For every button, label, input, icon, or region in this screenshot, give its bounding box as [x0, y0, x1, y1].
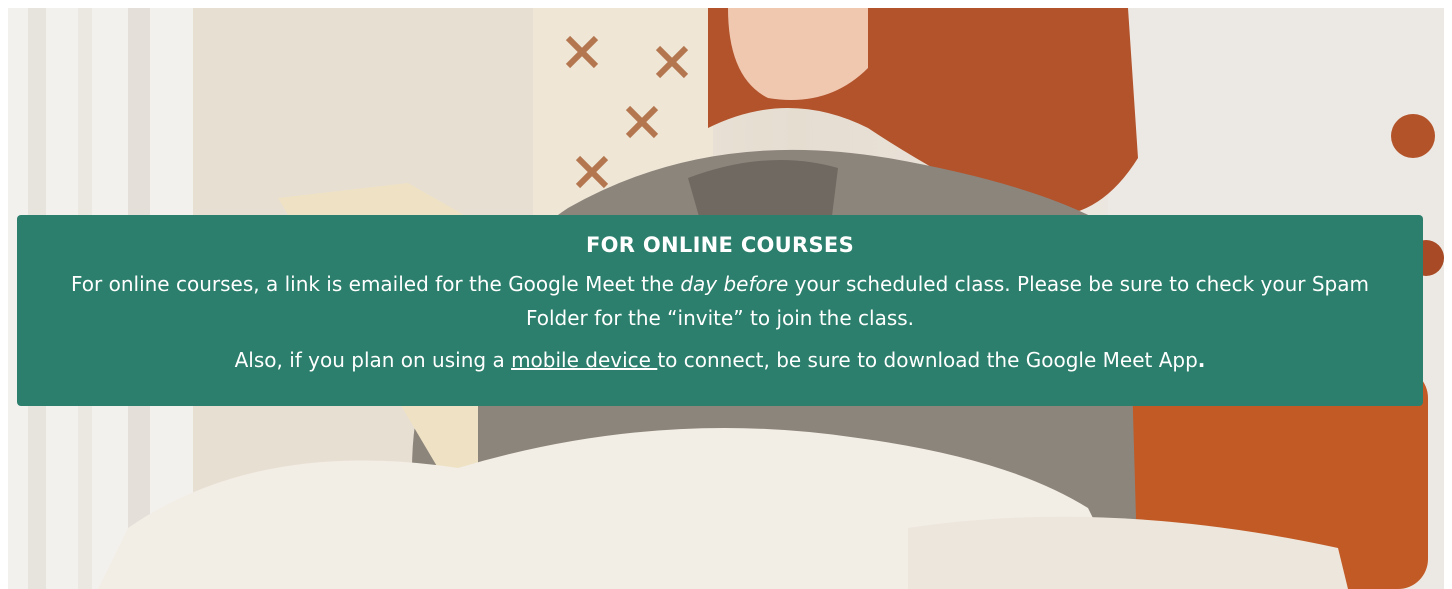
para1-before: For online courses, a link is emailed fo… — [71, 272, 681, 296]
banner-title: FOR ONLINE COURSES — [585, 233, 854, 257]
para1-emphasis: day before — [680, 272, 789, 296]
para2-after: to connect, be sure to download the Goog… — [657, 348, 1198, 372]
mobile-device-link[interactable]: mobile device — [511, 348, 657, 372]
para2-end: . — [1197, 348, 1206, 372]
para2-before: Also, if you plan on using a — [234, 348, 512, 372]
banner-paragraph-invite: For online courses, a link is emailed fo… — [50, 267, 1390, 335]
online-courses-banner: FOR ONLINE COURSES For online courses, a… — [17, 215, 1423, 406]
banner-paragraph-mobile: Also, if you plan on using a mobile devi… — [50, 343, 1390, 377]
